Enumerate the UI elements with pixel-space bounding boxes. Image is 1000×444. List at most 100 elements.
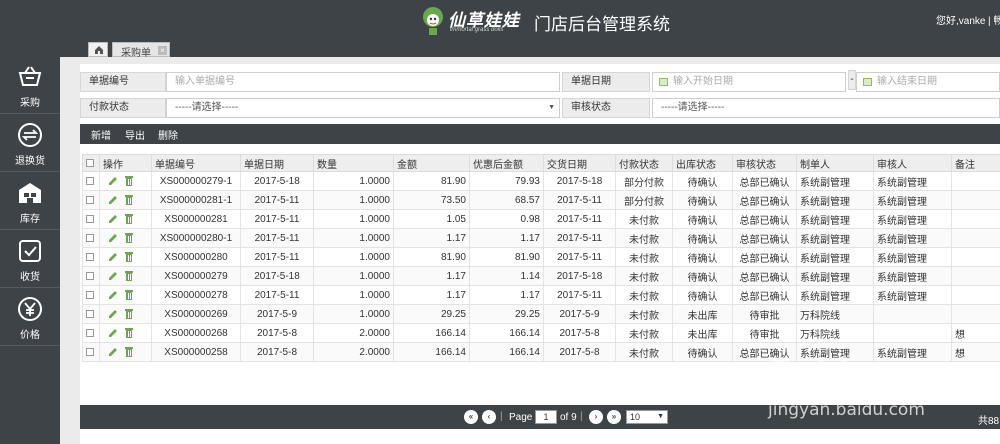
table-cell: 总部已确认 bbox=[732, 247, 797, 267]
order-no-input[interactable]: 输入单据编号 bbox=[166, 72, 560, 92]
table-row[interactable]: XS000000269 2017-5-9 1.0000 29.25 29.25 2017-… bbox=[82, 304, 1000, 324]
column-header[interactable]: 出库状态 bbox=[672, 154, 733, 172]
column-header[interactable]: 制单人 bbox=[796, 154, 874, 172]
table-cell bbox=[951, 266, 1000, 286]
sidebar-item-purchase[interactable]: 采购 bbox=[0, 56, 60, 114]
page-number-input[interactable]: 1 bbox=[535, 410, 557, 424]
add-button[interactable]: 新增 bbox=[91, 127, 111, 142]
date-range-separator: - bbox=[848, 70, 856, 90]
trash-icon[interactable] bbox=[123, 270, 135, 282]
prev-page-button[interactable]: ‹ bbox=[482, 410, 496, 424]
end-date-input[interactable]: 输入结束日期 bbox=[856, 72, 1000, 92]
table-cell: XS000000269 bbox=[151, 304, 241, 324]
table-row[interactable]: XS000000268 2017-5-8 2.0000 166.14 166.14 201… bbox=[82, 323, 1000, 343]
table-cell: 待审批 bbox=[732, 304, 797, 324]
trash-icon[interactable] bbox=[123, 251, 135, 263]
table-row[interactable]: XS000000281 2017-5-11 1.0000 1.05 0.98 2017-5… bbox=[82, 209, 1000, 229]
edit-icon[interactable] bbox=[107, 194, 119, 206]
column-header[interactable]: 付款状态 bbox=[615, 154, 673, 172]
column-header[interactable]: 金额 bbox=[393, 154, 470, 172]
row-checkbox[interactable] bbox=[82, 228, 100, 248]
column-header[interactable]: 单据编号 bbox=[151, 154, 241, 172]
logo-icon bbox=[423, 7, 443, 35]
row-checkbox[interactable] bbox=[82, 209, 100, 229]
table-cell: 2017-5-11 bbox=[240, 247, 314, 267]
row-checkbox[interactable] bbox=[82, 323, 100, 343]
tab-home[interactable] bbox=[88, 42, 108, 57]
edit-icon[interactable] bbox=[107, 232, 119, 244]
trash-icon[interactable] bbox=[123, 327, 135, 339]
trash-icon[interactable] bbox=[123, 308, 135, 320]
next-page-button[interactable]: › bbox=[589, 410, 603, 424]
table-cell: XS000000278 bbox=[151, 285, 241, 305]
column-header[interactable]: 优惠后金额 bbox=[469, 154, 544, 172]
select-all-checkbox[interactable] bbox=[82, 154, 100, 172]
column-header[interactable]: 数量 bbox=[313, 154, 394, 172]
row-checkbox[interactable] bbox=[82, 285, 100, 305]
table-row[interactable]: XS000000280-1 2017-5-11 1.0000 1.17 1.17 2017… bbox=[82, 228, 1000, 248]
table-cell: 想 bbox=[951, 342, 1000, 362]
sidebar-item-price[interactable]: 价格 bbox=[0, 288, 60, 346]
table-cell: 系统副管理 bbox=[796, 228, 874, 248]
edit-icon[interactable] bbox=[107, 175, 119, 187]
row-checkbox[interactable] bbox=[82, 247, 100, 267]
start-date-input[interactable]: 输入开始日期 bbox=[652, 72, 846, 92]
table-row[interactable]: XS000000258 2017-5-8 2.0000 166.14 166.14 201… bbox=[82, 342, 1000, 362]
pager-divider: | bbox=[500, 411, 503, 422]
table-cell: 81.90 bbox=[469, 247, 544, 267]
trash-icon[interactable] bbox=[123, 194, 135, 206]
last-page-button[interactable]: » bbox=[607, 410, 621, 424]
edit-icon[interactable] bbox=[107, 308, 119, 320]
order-no-label: 单据编号 bbox=[80, 72, 166, 92]
column-header[interactable]: 备注 bbox=[951, 154, 1000, 172]
sidebar-item-inventory[interactable]: 库存 bbox=[0, 172, 60, 230]
tab-purchase-order[interactable]: 采购单 × bbox=[112, 42, 170, 59]
edit-icon[interactable] bbox=[107, 270, 119, 282]
table-cell: 2017-5-11 bbox=[240, 228, 314, 248]
first-page-button[interactable]: « bbox=[464, 410, 478, 424]
trash-icon[interactable] bbox=[123, 289, 135, 301]
table-row[interactable]: XS000000280 2017-5-11 1.0000 81.90 81.90 2017… bbox=[82, 247, 1000, 267]
table-row[interactable]: XS000000279-1 2017-5-18 1.0000 81.90 79.93 20… bbox=[82, 171, 1000, 191]
user-greeting[interactable]: 您好,vanke bbox=[936, 12, 985, 27]
close-icon[interactable]: × bbox=[158, 46, 167, 55]
row-checkbox[interactable] bbox=[82, 304, 100, 324]
edit-icon[interactable] bbox=[107, 327, 119, 339]
row-checkbox[interactable] bbox=[82, 266, 100, 286]
sidebar-item-receiving[interactable]: 收货 bbox=[0, 230, 60, 288]
trash-icon[interactable] bbox=[123, 175, 135, 187]
column-header[interactable]: 审核人 bbox=[873, 154, 952, 172]
table-row[interactable]: XS000000281-1 2017-5-11 1.0000 73.50 68.57 20… bbox=[82, 190, 1000, 210]
edit-icon[interactable] bbox=[107, 213, 119, 225]
home-icon bbox=[95, 46, 103, 54]
review-status-select[interactable]: -----请选择----- bbox=[652, 98, 1000, 118]
exchange-icon bbox=[18, 123, 42, 147]
edit-icon[interactable] bbox=[107, 346, 119, 358]
trash-icon[interactable] bbox=[123, 346, 135, 358]
table-cell: 68.57 bbox=[469, 190, 544, 210]
user-menu-more[interactable]: | 畅 bbox=[988, 12, 1000, 27]
column-header[interactable]: 交货日期 bbox=[543, 154, 616, 172]
column-header[interactable]: 单据日期 bbox=[240, 154, 314, 172]
trash-icon[interactable] bbox=[123, 232, 135, 244]
sidebar-item-returns[interactable]: 退换货 bbox=[0, 114, 60, 172]
table-cell: 2017-5-8 bbox=[543, 342, 616, 362]
table-cell: 166.14 bbox=[469, 342, 544, 362]
table-cell: XS000000280 bbox=[151, 247, 241, 267]
export-button[interactable]: 导出 bbox=[125, 127, 145, 142]
edit-icon[interactable] bbox=[107, 251, 119, 263]
table-cell: 1.05 bbox=[393, 209, 470, 229]
row-checkbox[interactable] bbox=[82, 342, 100, 362]
table-cell: 系统副管理 bbox=[796, 266, 874, 286]
delete-button[interactable]: 删除 bbox=[158, 127, 178, 142]
trash-icon[interactable] bbox=[123, 213, 135, 225]
table-cell: 2017-5-11 bbox=[543, 228, 616, 248]
row-checkbox[interactable] bbox=[82, 190, 100, 210]
page-size-select[interactable]: 10 ▼ bbox=[626, 410, 668, 424]
table-row[interactable]: XS000000279 2017-5-18 1.0000 1.17 1.14 2017-5… bbox=[82, 266, 1000, 286]
table-row[interactable]: XS000000278 2017-5-11 1.0000 1.17 1.17 2017-5… bbox=[82, 285, 1000, 305]
payment-status-select[interactable]: -----请选择----- ▼ bbox=[166, 98, 560, 118]
column-header[interactable]: 审核状态 bbox=[732, 154, 797, 172]
row-checkbox[interactable] bbox=[82, 171, 100, 191]
edit-icon[interactable] bbox=[107, 289, 119, 301]
